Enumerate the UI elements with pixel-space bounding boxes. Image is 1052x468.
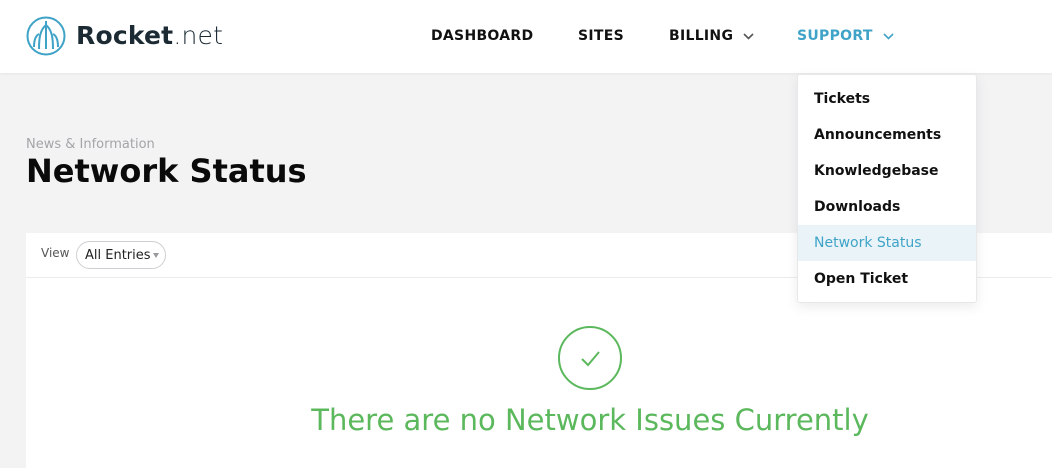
nav-billing[interactable]: BILLING	[669, 26, 754, 46]
nav-billing-label: BILLING	[669, 28, 734, 44]
brand-name: Rocket.net	[76, 16, 223, 56]
menu-item-label: Downloads	[814, 199, 901, 215]
rocket-logo-icon	[26, 16, 66, 56]
top-header: Rocket.net DASHBOARD SITES BILLING SUPPO…	[0, 0, 1052, 73]
menu-item-network-status[interactable]: Network Status	[798, 225, 976, 261]
menu-item-open-ticket[interactable]: Open Ticket	[798, 261, 976, 297]
view-filter-select[interactable]: All Entries	[76, 241, 166, 269]
menu-item-label: Network Status	[814, 235, 922, 251]
check-circle-icon	[557, 325, 623, 391]
support-dropdown-menu: Tickets Announcements Knowledgebase Down…	[797, 74, 977, 303]
nav-support-label: SUPPORT	[797, 28, 873, 44]
breadcrumb-eyebrow: News & Information	[26, 137, 155, 152]
page-title: Network Status	[26, 152, 307, 190]
menu-item-tickets[interactable]: Tickets	[798, 81, 976, 117]
menu-item-downloads[interactable]: Downloads	[798, 189, 976, 225]
chevron-down-icon	[743, 28, 754, 44]
nav-sites[interactable]: SITES	[578, 26, 624, 46]
menu-item-knowledgebase[interactable]: Knowledgebase	[798, 153, 976, 189]
brand-logo[interactable]: Rocket.net	[26, 16, 223, 56]
nav-dashboard-label: DASHBOARD	[431, 28, 534, 44]
menu-item-label: Announcements	[814, 127, 942, 143]
status-message: There are no Network Issues Currently	[311, 403, 869, 437]
menu-item-label: Open Ticket	[814, 271, 909, 287]
view-filter-value: All Entries	[85, 247, 151, 263]
brand-name-bold: Rocket	[76, 21, 174, 50]
view-label: View	[41, 246, 70, 260]
chevron-down-icon	[883, 28, 894, 44]
menu-item-announcements[interactable]: Announcements	[798, 117, 976, 153]
caret-down-icon	[153, 253, 159, 258]
brand-name-light: .net	[173, 21, 224, 50]
menu-item-label: Tickets	[814, 91, 871, 107]
menu-item-label: Knowledgebase	[814, 163, 939, 179]
nav-support[interactable]: SUPPORT	[797, 26, 894, 46]
nav-sites-label: SITES	[578, 28, 624, 44]
nav-dashboard[interactable]: DASHBOARD	[431, 26, 533, 46]
